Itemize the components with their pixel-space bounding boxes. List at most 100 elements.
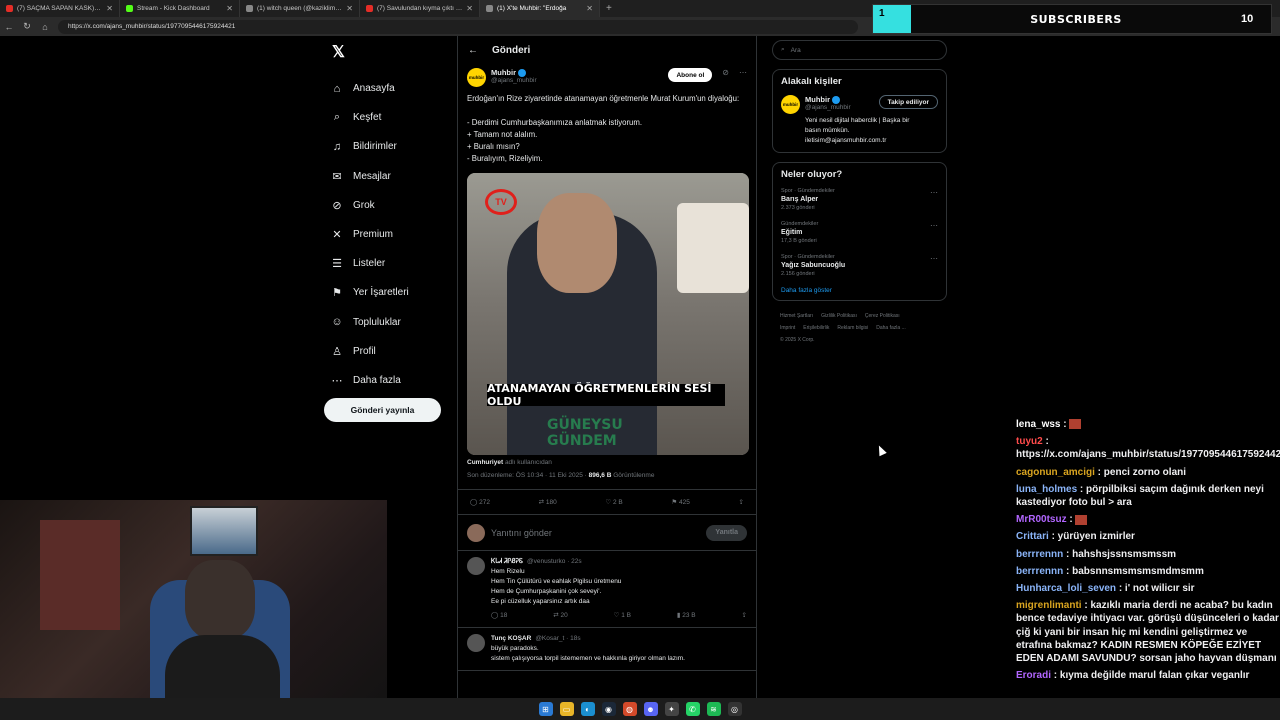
repost-action[interactable]: ⇄ 20 <box>553 611 568 621</box>
tab-close-icon[interactable]: ✕ <box>346 4 353 13</box>
post-video[interactable]: TV ATANAMAYAN ÖĞRETMENLERİN SESİ OLDU GÜ… <box>467 173 749 455</box>
reply-action[interactable]: ◯ 272 <box>470 498 490 506</box>
author-handle[interactable]: @ajans_muhbir <box>491 77 537 84</box>
chat-username[interactable]: lena_wss <box>1016 419 1060 430</box>
avatar[interactable]: muhbir <box>467 68 486 87</box>
related-handle[interactable]: @ajans_muhbir <box>805 104 851 111</box>
footer-link[interactable]: Reklam bilgisi <box>837 325 868 331</box>
like-action[interactable]: ♡ 1 B <box>614 611 631 621</box>
share-icon[interactable]: ⇪ <box>742 611 747 621</box>
bookmark-icon: ⚑ <box>332 287 342 300</box>
footer-link[interactable]: Daha fazla ... <box>876 325 905 331</box>
trend-item[interactable]: Gündemdekiler Eğitim 17,3 B gönderi ⋯ <box>781 221 938 244</box>
chat-username[interactable]: Eroradi <box>1016 670 1051 681</box>
obs-icon[interactable]: ◎ <box>727 702 742 716</box>
related-name[interactable]: Muhbir <box>805 95 830 104</box>
footer-link[interactable]: Gizlilik Politikası <box>821 313 857 319</box>
chat-username[interactable]: Hunharca_loli_seven <box>1016 583 1116 594</box>
author-name[interactable]: Muhbir <box>491 68 516 77</box>
subscribe-button[interactable]: Abone ol <box>668 68 713 82</box>
avatar[interactable] <box>467 557 485 575</box>
comment-handle[interactable]: @Kosar_t · 18s <box>535 634 580 644</box>
x-logo-icon[interactable]: 𝕏 <box>332 42 454 62</box>
footer-link[interactable]: © 2025 X Corp. <box>780 337 815 343</box>
steam-icon[interactable]: ◉ <box>601 702 616 716</box>
like-action[interactable]: ♡ 2 B <box>605 498 622 506</box>
folder-icon[interactable]: ▭ <box>559 702 574 716</box>
avatar[interactable]: muhbir <box>781 95 800 114</box>
edge-icon[interactable]: ◐ <box>580 702 595 716</box>
sidebar-item-mesajlar[interactable]: ✉ Mesajlar <box>324 162 454 191</box>
sidebar-item-listeler[interactable]: ☰ Listeler <box>324 249 454 278</box>
share-icon[interactable]: ⇪ <box>739 498 744 506</box>
grok-icon[interactable]: ⊘ <box>722 68 729 87</box>
sidebar-item-premium[interactable]: ✕ Premium <box>324 220 454 249</box>
more-options-icon[interactable]: ⋯ <box>930 188 938 197</box>
reload-icon[interactable]: ↻ <box>18 21 36 32</box>
app-icon[interactable]: ✦ <box>664 702 679 716</box>
more-options-icon[interactable]: ⋯ <box>930 254 938 263</box>
new-tab-icon[interactable]: + <box>600 3 618 14</box>
tab-close-icon[interactable]: ✕ <box>586 4 593 13</box>
comment-author[interactable]: ᏦᏓᏗ ᏘᎵᏰᎮᏋ <box>491 557 523 567</box>
browser-tab[interactable]: (7) Savulundan kıyma çıktı ben kı ✕ <box>360 0 480 17</box>
comment-handle[interactable]: @venusturko · 22s <box>527 557 582 567</box>
chat-username[interactable]: Crittari <box>1016 531 1049 542</box>
sidebar-item-kefet[interactable]: ⌕ Keşfet <box>324 103 454 132</box>
back-icon[interactable]: ← <box>0 22 18 32</box>
chat-message: cagonun_amcigi : penci zorno olani <box>1016 466 1280 479</box>
tab-close-icon[interactable]: ✕ <box>226 4 233 13</box>
chat-username[interactable]: tuyu2 <box>1016 436 1043 447</box>
chat-username[interactable]: cagonun_amcigi <box>1016 467 1095 478</box>
discord-icon[interactable]: ☻ <box>643 702 658 716</box>
sidebar-item-anasayfa[interactable]: ⌂ Anasayfa <box>324 74 454 103</box>
sidebar-item-yeriaretleri[interactable]: ⚑ Yer İşaretleri <box>324 278 454 307</box>
back-arrow-icon[interactable]: ← <box>468 45 478 56</box>
footer-link[interactable]: Imprint <box>780 325 795 331</box>
repost-action[interactable]: ⇄ 180 <box>539 498 557 506</box>
views-action[interactable]: ▮ 23 B <box>677 611 696 621</box>
footer-link[interactable]: Erişilebilirlik <box>803 325 829 331</box>
url-field[interactable]: https://x.com/ajans_muhbir/status/197709… <box>58 19 858 34</box>
tab-title: (1) X'te Muhbir: "Erdoğa <box>497 5 567 12</box>
comment-author[interactable]: Tunç KOŞAR <box>491 634 531 644</box>
sidebar-item-dahafazla[interactable]: ⋯ Daha fazla <box>324 366 454 395</box>
trend-item[interactable]: Spor · Gündemdekiler Yağız Sabuncuoğlu 2.1… <box>781 254 938 277</box>
browser-icon[interactable]: ◍ <box>622 702 637 716</box>
home-browser-icon[interactable]: ⌂ <box>36 22 54 32</box>
chat-username[interactable]: migrenlimanti <box>1016 600 1082 611</box>
reply-button[interactable]: Yanıtla <box>706 524 747 541</box>
windows-start-icon[interactable]: ⊞ <box>538 702 553 716</box>
more-options-icon[interactable]: ⋯ <box>739 68 747 87</box>
reply-input[interactable]: Yanıtını gönder <box>491 528 700 538</box>
sidebar-item-grok[interactable]: ⊘ Grok <box>324 191 454 220</box>
browser-tab[interactable]: (1) X'te Muhbir: "Erdoğa ✕ <box>480 0 600 17</box>
more-options-icon[interactable]: ⋯ <box>930 221 938 230</box>
chat-username[interactable]: berrrennn <box>1016 549 1063 560</box>
sidebar-item-topluluklar[interactable]: ☺ Topluluklar <box>324 308 454 337</box>
browser-tab[interactable]: (7) SAÇMA SAPAN KASK) 5Sriden ✕ <box>0 0 120 17</box>
bookmark-action[interactable]: ⚑ 425 <box>671 498 690 506</box>
tab-close-icon[interactable]: ✕ <box>466 4 473 13</box>
trend-item[interactable]: Spor · Gündemdekiler Barış Alper 2.373 gön… <box>781 188 938 211</box>
browser-tab[interactable]: Stream - Kick Dashboard ✕ <box>120 0 240 17</box>
show-more-link[interactable]: Daha fazla göster <box>781 287 938 294</box>
footer-link[interactable]: Çerez Politikası <box>865 313 900 319</box>
spotify-icon[interactable]: ≋ <box>706 702 721 716</box>
sidebar-item-label: Daha fazla <box>353 374 401 386</box>
search-input[interactable]: ⌕ Ara <box>772 40 947 60</box>
tab-close-icon[interactable]: ✕ <box>106 4 113 13</box>
browser-tab[interactable]: (1) witch queen (@kaziklimaria) / ✕ <box>240 0 360 17</box>
sidebar-item-profil[interactable]: ♙ Profil <box>324 337 454 366</box>
whatsapp-icon[interactable]: ✆ <box>685 702 700 716</box>
subscribers-overlay: 1 SUBSCRIBERS 10 <box>872 4 1272 34</box>
sidebar-item-bildirimler[interactable]: ♫ Bildirimler <box>324 132 454 161</box>
chat-username[interactable]: luna_holmes <box>1016 484 1077 495</box>
chat-username[interactable]: MrR00tsuz <box>1016 514 1067 525</box>
footer-link[interactable]: Hizmet Şartları <box>780 313 813 319</box>
following-button[interactable]: Takip ediliyor <box>878 95 938 109</box>
avatar[interactable] <box>467 634 485 652</box>
chat-username[interactable]: berrrennn <box>1016 566 1063 577</box>
reply-action[interactable]: ◯ 18 <box>491 611 507 621</box>
post-button[interactable]: Gönderi yayınla <box>324 398 441 422</box>
